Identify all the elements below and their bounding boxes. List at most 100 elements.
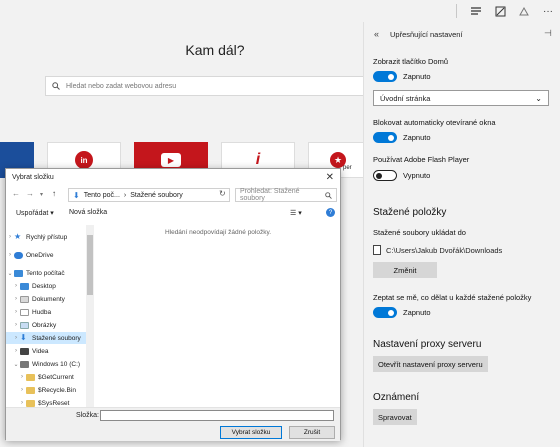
chevron-right-icon[interactable]: › [12, 296, 20, 302]
more-button[interactable]: ··· [536, 0, 560, 22]
address-row: ← → ▾ ↑ ⬇ Tento poč... › Stažené soubory… [6, 187, 340, 203]
web-note-button[interactable] [488, 0, 512, 22]
tree-item-drive-c[interactable]: ⌄ Windows 10 (C:) [6, 358, 86, 370]
flash-toggle[interactable] [373, 170, 397, 181]
folder-field-label: Složka: [76, 412, 99, 419]
tree-item-label: $Recycle.Bin [38, 386, 76, 394]
home-button-label: Zobrazit tlačítko Domů [373, 57, 449, 66]
home-page-select-value: Úvodní stránka [380, 93, 431, 103]
chevron-right-icon[interactable]: › [18, 387, 26, 393]
back-chevron-icon[interactable]: « [374, 29, 379, 39]
organize-button[interactable]: Uspořádat ▾ [16, 209, 54, 217]
chevron-right-icon[interactable]: › [12, 283, 20, 289]
proxy-section-heading: Nastavení proxy serveru [373, 339, 482, 350]
file-icon [373, 245, 381, 255]
chevron-right-icon[interactable]: › [12, 335, 20, 341]
chevron-down-icon[interactable]: ⌄ [6, 270, 14, 277]
chevron-right-icon[interactable]: › [6, 234, 14, 240]
tree-item-documents[interactable]: › Dokumenty [6, 293, 86, 305]
dialog-titlebar: Vybrat složku ✕ [6, 169, 340, 187]
empty-results-message: Hledání neodpovídají žádné položky. [164, 229, 272, 236]
view-options-icon[interactable]: ☰ ▾ [290, 209, 302, 217]
cancel-button[interactable]: Zrušit [289, 426, 335, 439]
tree-item-recycle-bin[interactable]: › $Recycle.Bin [6, 384, 86, 396]
open-proxy-settings-button[interactable]: Otevřít nastavení proxy serveru [373, 356, 488, 372]
tree-scrollbar[interactable] [86, 225, 94, 407]
hub-button[interactable] [464, 0, 488, 22]
super-label: per [343, 165, 352, 171]
select-folder-button[interactable]: Vybrat složku [220, 426, 282, 439]
tree-item-getcurrent[interactable]: › $GetCurrent [6, 371, 86, 383]
chevron-right-icon[interactable]: › [18, 400, 26, 406]
desktop-icon [20, 282, 29, 290]
chevron-right-icon[interactable]: › [12, 322, 20, 328]
tree-item-desktop[interactable]: › Desktop [6, 280, 86, 292]
chevron-right-icon[interactable]: › [6, 252, 14, 258]
tree-item-quick-access[interactable]: › ★ Rychlý přístup [6, 231, 86, 243]
flash-state: Vypnuto [403, 171, 431, 180]
search-icon [325, 191, 332, 199]
address-bar[interactable]: ⬇ Tento poč... › Stažené soubory [68, 188, 230, 202]
folder-name-field[interactable] [100, 410, 334, 421]
popups-toggle[interactable] [373, 132, 397, 143]
new-tab-search-input[interactable]: Hledat nebo zadat webovou adresu [45, 76, 363, 96]
close-icon[interactable]: ✕ [326, 172, 334, 183]
tree-item-label: $SysReset [38, 399, 70, 407]
download-path: C:\Users\Jakub Dvořák\Downloads [386, 245, 503, 255]
forward-arrow-icon[interactable]: → [26, 189, 34, 198]
select-folder-dialog: Vybrat složku ✕ ← → ▾ ↑ ⬇ Tento poč... ›… [5, 168, 341, 441]
chevron-right-icon[interactable]: › [18, 374, 26, 380]
breadcrumb-this-pc[interactable]: Tento poč... [84, 192, 120, 199]
youtube-icon: ▶ [161, 153, 181, 167]
refresh-icon[interactable]: ↻ [219, 189, 226, 198]
change-location-button[interactable]: Změnit [373, 262, 437, 278]
home-button-toggle[interactable] [373, 71, 397, 82]
share-button[interactable] [512, 0, 536, 22]
folder-search-placeholder: Prohledat: Stažené soubory [240, 188, 300, 202]
tree-item-label: Windows 10 (C:) [32, 360, 81, 368]
chevron-right-icon[interactable]: › [12, 309, 20, 315]
tree-item-label: $GetCurrent [38, 373, 74, 381]
chevron-down-icon[interactable]: ⌄ [12, 361, 20, 368]
toggle-knob [376, 172, 382, 179]
help-icon[interactable]: ? [326, 208, 335, 217]
cloud-icon [14, 251, 23, 259]
share-icon [519, 6, 529, 16]
star-icon: ★ [14, 232, 22, 241]
folder-tree: › ★ Rychlý přístup › OneDrive ⌄ Tento počíta… [6, 225, 86, 407]
up-arrow-icon[interactable]: ↑ [52, 189, 56, 198]
new-folder-button[interactable]: Nová složka [69, 209, 107, 216]
chevron-down-icon: ⌄ [535, 93, 542, 103]
ask-download-toggle[interactable] [373, 307, 397, 318]
tree-item-onedrive[interactable]: › OneDrive [6, 249, 86, 261]
search-icon [52, 82, 60, 90]
download-icon: ⬇ [20, 333, 27, 342]
tree-item-music[interactable]: › Hudba [6, 306, 86, 318]
breadcrumb-downloads[interactable]: Stažené soubory [130, 192, 183, 199]
recent-chevron-icon[interactable]: ▾ [40, 191, 43, 198]
pin-icon[interactable]: ⊣ [544, 28, 552, 39]
tree-item-label: Obrázky [32, 321, 57, 329]
tree-item-this-pc[interactable]: ⌄ Tento počítač [6, 267, 86, 279]
tree-item-pictures[interactable]: › Obrázky [6, 319, 86, 331]
search-placeholder: Hledat nebo zadat webovou adresu [66, 82, 177, 90]
popups-label: Blokovat automaticky otevírané okna [373, 118, 496, 127]
folder-icon [26, 373, 35, 381]
tree-item-videos[interactable]: › Videa [6, 345, 86, 357]
tree-item-label: Hudba [32, 308, 52, 316]
computer-icon [14, 269, 23, 277]
panel-title: Upřesňující nastavení [390, 30, 463, 39]
tree-item-label: OneDrive [26, 251, 54, 259]
toggle-knob [388, 73, 394, 80]
more-icon: ··· [543, 5, 553, 17]
chevron-right-icon[interactable]: › [12, 348, 20, 354]
home-page-select[interactable]: Úvodní stránka ⌄ [373, 90, 549, 106]
tree-item-sysreset[interactable]: › $SysReset [6, 397, 86, 407]
toggle-knob [388, 134, 394, 141]
folder-search-input[interactable]: Prohledat: Stažené soubory [235, 188, 337, 202]
scrollbar-thumb[interactable] [87, 235, 93, 295]
manage-notifications-button[interactable]: Spravovat [373, 409, 417, 425]
back-arrow-icon[interactable]: ← [12, 189, 20, 198]
tree-item-downloads[interactable]: › ⬇ Stažené soubory [6, 332, 86, 344]
advanced-settings-panel: « Upřesňující nastavení ⊣ Zobrazit tlačí… [363, 22, 560, 447]
